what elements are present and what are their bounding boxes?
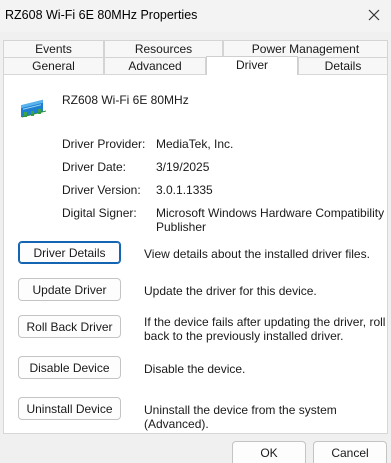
device-name: RZ608 Wi-Fi 6E 80MHz xyxy=(62,93,189,107)
driver-provider-value: MediaTek, Inc. xyxy=(156,137,234,151)
tab-details[interactable]: Details xyxy=(298,57,388,74)
uninstall-device-description: Uninstall the device from the system (Ad… xyxy=(144,403,337,431)
cancel-button[interactable]: Cancel xyxy=(313,441,387,463)
disable-device-button[interactable]: Disable Device xyxy=(18,356,121,379)
close-button[interactable] xyxy=(357,0,391,30)
title-bar[interactable]: RZ608 Wi-Fi 6E 80MHz Properties xyxy=(0,0,391,32)
tab-power-management[interactable]: Power Management xyxy=(223,40,388,57)
driver-date-value: 3/19/2025 xyxy=(156,160,210,174)
tab-events[interactable]: Events xyxy=(3,40,104,57)
driver-provider-label: Driver Provider: xyxy=(62,137,146,151)
driver-date-label: Driver Date: xyxy=(62,160,127,174)
ok-button[interactable]: OK xyxy=(232,441,306,463)
update-driver-description: Update the driver for this device. xyxy=(144,284,317,298)
digital-signer-label: Digital Signer: xyxy=(62,206,137,220)
digital-signer-value: Microsoft Windows Hardware Compatibility… xyxy=(156,206,385,234)
tab-general[interactable]: General xyxy=(3,57,104,74)
driver-details-description: View details about the installed driver … xyxy=(144,247,370,261)
driver-version-value: 3.0.1.1335 xyxy=(156,183,213,197)
roll-back-driver-button[interactable]: Roll Back Driver xyxy=(18,315,121,338)
driver-details-button[interactable]: Driver Details xyxy=(18,241,121,264)
roll-back-driver-description: If the device fails after updating the d… xyxy=(144,315,386,343)
uninstall-device-button[interactable]: Uninstall Device xyxy=(18,397,121,420)
tab-driver[interactable]: Driver xyxy=(206,56,298,75)
window-title: RZ608 Wi-Fi 6E 80MHz Properties xyxy=(5,8,198,22)
driver-panel: RZ608 Wi-Fi 6E 80MHz Driver Provider: Me… xyxy=(3,74,388,434)
close-icon xyxy=(368,9,380,21)
network-adapter-icon xyxy=(18,91,50,122)
update-driver-button[interactable]: Update Driver xyxy=(18,278,121,301)
tab-resources[interactable]: Resources xyxy=(104,40,223,57)
disable-device-description: Disable the device. xyxy=(144,362,246,376)
tab-advanced[interactable]: Advanced xyxy=(104,57,206,74)
driver-version-label: Driver Version: xyxy=(62,183,141,197)
